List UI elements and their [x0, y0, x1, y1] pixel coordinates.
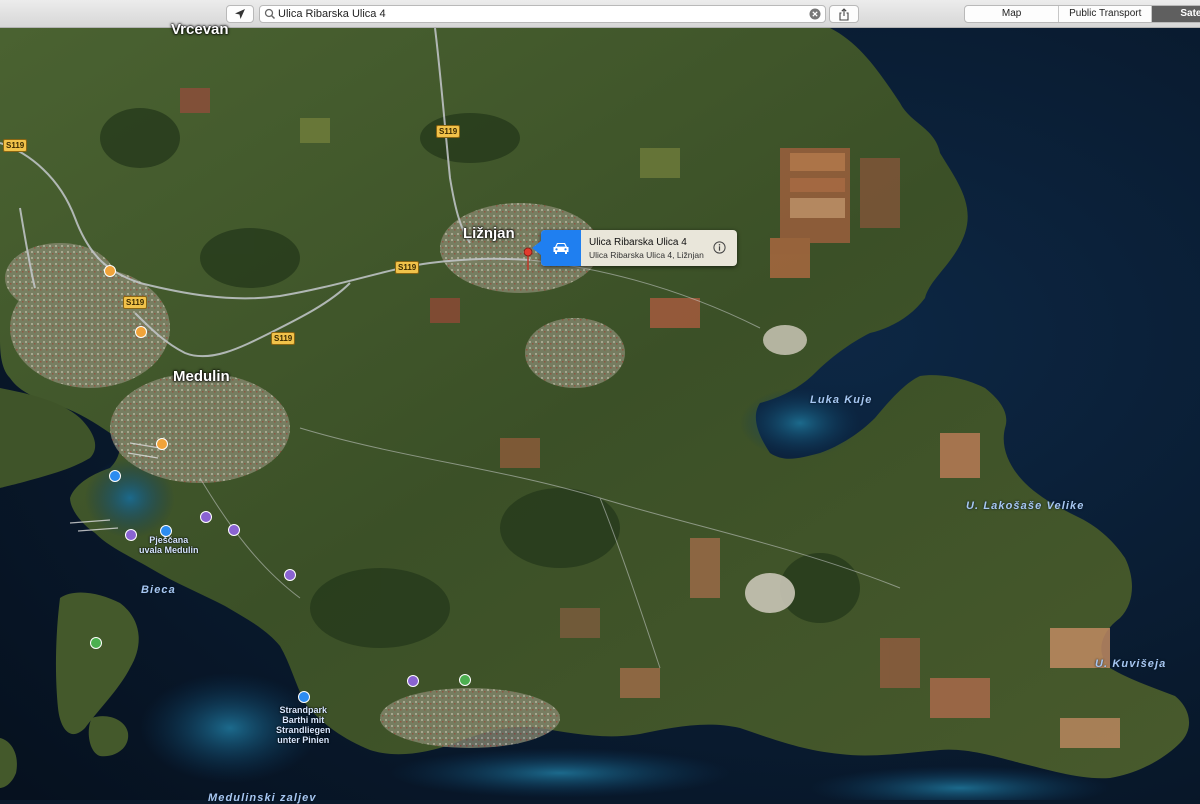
hotel-icon[interactable]	[135, 326, 147, 338]
label-vrcevan: Vrcevan	[171, 21, 229, 38]
car-icon	[553, 243, 569, 254]
search-value[interactable]: Ulica Ribarska Ulica 4	[278, 7, 386, 22]
share-icon	[839, 7, 849, 21]
view-mode-segmented-control: Map Public Transport Sate	[964, 5, 1200, 23]
tab-satellite[interactable]: Sate	[1152, 6, 1200, 22]
search-field[interactable]: Ulica Ribarska Ulica 4	[259, 5, 826, 23]
tab-public-transport[interactable]: Public Transport	[1059, 6, 1153, 22]
share-button[interactable]	[829, 5, 859, 23]
label-liznjan: Ližnjan	[463, 225, 515, 242]
directions-button[interactable]	[532, 230, 581, 266]
hotel-purple-icon[interactable]	[125, 529, 137, 541]
label-kuviseja: U. Kuvišeja	[1095, 658, 1167, 670]
label-lakosase-velike: U. Lakošaše Velike	[966, 500, 1085, 512]
tab-map[interactable]: Map	[965, 6, 1060, 22]
current-location-button[interactable]	[226, 5, 254, 23]
hotel-purple-icon[interactable]	[228, 524, 240, 536]
road-shield: S119	[3, 139, 28, 152]
map-canvas[interactable]	[0, 28, 1200, 800]
label-luka-kuje: Luka Kuje	[810, 394, 873, 406]
hotel-purple-icon[interactable]	[200, 511, 212, 523]
magnifier-icon	[264, 8, 276, 20]
hotel-icon[interactable]	[156, 438, 168, 450]
beach-icon[interactable]	[160, 525, 172, 537]
road-shield: S119	[271, 332, 296, 345]
label-medulin: Medulin	[173, 368, 230, 385]
label-pjescana-uvala[interactable]: Pješčana uvala Medulin	[139, 535, 199, 555]
label-strandpark[interactable]: Strandpark Barthi mit Strandliegen unter…	[276, 705, 331, 745]
callout-title: Ulica Ribarska Ulica 4	[589, 237, 687, 248]
hotel-purple-icon[interactable]	[407, 675, 419, 687]
info-icon[interactable]	[713, 241, 726, 254]
hotel-purple-icon[interactable]	[284, 569, 296, 581]
satellite-map[interactable]: Vrcevan Ližnjan Medulin Bieca Luka Kuje …	[0, 21, 1200, 804]
road-shield: S119	[395, 261, 420, 274]
clear-x-icon[interactable]	[809, 8, 821, 20]
location-arrow-icon	[235, 9, 245, 19]
beach-icon[interactable]	[298, 691, 310, 703]
callout-subtitle: Ulica Ribarska Ulica 4, Ližnjan	[589, 250, 704, 260]
label-medulinski-zaljev: Medulinski zaljev	[208, 792, 317, 804]
hotel-icon[interactable]	[104, 265, 116, 277]
campground-icon[interactable]	[459, 674, 471, 686]
campground-icon[interactable]	[90, 637, 102, 649]
road-shield: S119	[123, 296, 148, 309]
road-shield: S119	[436, 125, 461, 138]
location-callout[interactable]: Ulica Ribarska Ulica 4 Ulica Ribarska Ul…	[532, 230, 737, 266]
label-bieca: Bieca	[141, 584, 176, 596]
marina-icon[interactable]	[109, 470, 121, 482]
